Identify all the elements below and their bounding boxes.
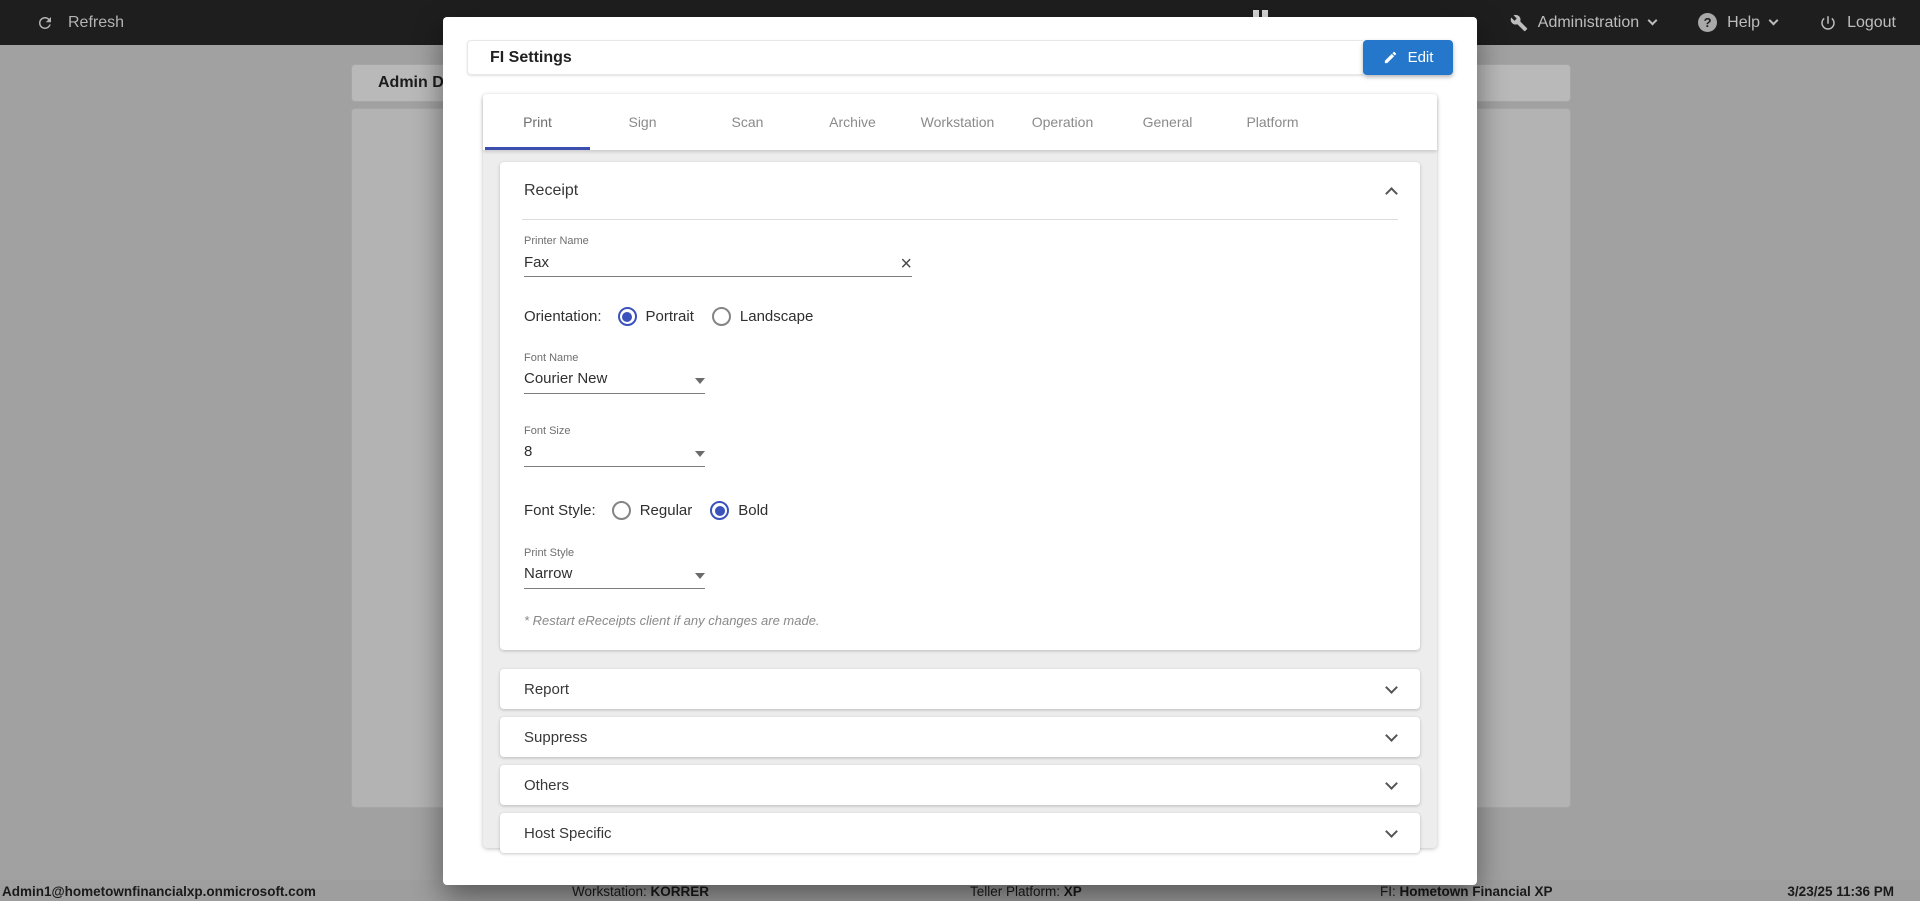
report-accordion[interactable]: Report xyxy=(500,669,1420,709)
others-title: Others xyxy=(524,776,570,794)
status-workstation-value: KORRER xyxy=(650,884,710,899)
receipt-accordion-header[interactable]: Receipt xyxy=(500,162,1420,219)
accordion-list: Receipt Printer Name Fax × Orientation: xyxy=(483,150,1437,867)
font-style-bold-label: Bold xyxy=(738,502,769,519)
tab-archive[interactable]: Archive xyxy=(800,94,905,150)
help-menu[interactable]: ? Help xyxy=(1698,13,1779,32)
fi-settings-dialog: FI Settings Edit Print Sign Scan Archive… xyxy=(443,17,1477,885)
dropdown-arrow-icon xyxy=(695,573,705,579)
font-size-label: Font Size xyxy=(524,425,571,437)
printer-name-value: Fax xyxy=(524,254,550,271)
administration-menu[interactable]: Administration xyxy=(1510,13,1658,32)
receipt-title: Receipt xyxy=(524,181,579,199)
font-name-label: Font Name xyxy=(524,352,579,364)
report-title: Report xyxy=(524,680,570,698)
receipt-body: Printer Name Fax × Orientation: Portrait… xyxy=(500,220,1420,650)
others-accordion[interactable]: Others xyxy=(500,765,1420,805)
font-style-regular-radio[interactable] xyxy=(611,501,631,520)
receipt-accordion: Receipt Printer Name Fax × Orientation: xyxy=(500,162,1420,650)
suppress-accordion[interactable]: Suppress xyxy=(500,717,1420,757)
tab-operation[interactable]: Operation xyxy=(1010,94,1115,150)
refresh-icon xyxy=(38,16,51,29)
font-style-regular-label: Regular xyxy=(639,502,693,519)
tab-platform[interactable]: Platform xyxy=(1220,94,1325,150)
orientation-portrait-label: Portrait xyxy=(645,308,694,325)
font-style-bold-radio[interactable] xyxy=(710,501,730,520)
wrench-icon xyxy=(1510,14,1528,31)
status-teller-platform-value: XP xyxy=(1063,884,1082,899)
chevron-down-icon xyxy=(1385,680,1398,694)
font-name-field: Font Name Courier New xyxy=(524,352,1396,394)
orientation-radio-group: Orientation: Portrait Landscape xyxy=(524,307,1396,326)
dropdown-arrow-icon xyxy=(695,451,705,457)
orientation-landscape-label: Landscape xyxy=(739,308,814,325)
clipped-toolbar-icon xyxy=(1253,10,1268,17)
font-size-select[interactable]: 8 xyxy=(524,443,705,467)
dialog-title: FI Settings xyxy=(490,48,572,66)
font-style-label: Font Style: xyxy=(524,502,596,519)
status-teller-platform: Teller Platform: XP xyxy=(970,884,1082,899)
clear-icon[interactable]: × xyxy=(900,254,912,274)
status-datetime: 3/23/25 11:36 PM xyxy=(1787,884,1894,899)
print-style-field: Print Style Narrow xyxy=(524,547,1396,589)
chevron-down-icon xyxy=(1385,728,1398,742)
refresh-label: Refresh xyxy=(68,13,125,31)
font-name-value: Courier New xyxy=(524,370,608,387)
orientation-landscape-radio[interactable] xyxy=(711,307,731,326)
dialog-header: FI Settings Edit xyxy=(467,40,1453,75)
tab-scan[interactable]: Scan xyxy=(695,94,800,150)
status-workstation: Workstation: KORRER xyxy=(572,884,709,899)
status-user: Admin1@hometownfinancialxp.onmicrosoft.c… xyxy=(2,884,316,899)
chevron-up-icon xyxy=(1385,186,1398,200)
edit-button[interactable]: Edit xyxy=(1363,40,1453,75)
help-icon: ? xyxy=(1698,13,1718,32)
status-fi: FI: Hometown Financial XP xyxy=(1380,884,1553,899)
refresh-button[interactable]: Refresh xyxy=(36,0,124,45)
administration-label: Administration xyxy=(1537,13,1640,31)
dialog-title-card: FI Settings xyxy=(467,40,1363,75)
host-specific-title: Host Specific xyxy=(524,824,612,842)
print-style-select[interactable]: Narrow xyxy=(524,565,705,589)
font-name-select[interactable]: Courier New xyxy=(524,370,705,394)
restart-note: * Restart eReceipts client if any change… xyxy=(524,613,820,628)
edit-button-label: Edit xyxy=(1407,49,1434,66)
host-specific-accordion[interactable]: Host Specific xyxy=(500,813,1420,853)
status-workstation-label: Workstation: xyxy=(572,884,647,899)
tab-sign[interactable]: Sign xyxy=(590,94,695,150)
chevron-down-icon xyxy=(1647,15,1658,26)
topbar-right-menu: Administration ? Help Logout xyxy=(1510,0,1896,45)
dropdown-arrow-icon xyxy=(695,378,705,384)
tab-workstation[interactable]: Workstation xyxy=(905,94,1010,150)
font-style-radio-group: Font Style: Regular Bold xyxy=(524,501,1396,520)
pencil-icon xyxy=(1384,51,1396,64)
orientation-portrait-radio[interactable] xyxy=(617,307,637,326)
status-fi-label: FI: xyxy=(1380,884,1396,899)
power-icon xyxy=(1821,15,1835,30)
suppress-title: Suppress xyxy=(524,728,588,746)
printer-name-label: Printer Name xyxy=(524,235,589,247)
font-size-value: 8 xyxy=(524,443,533,460)
help-label: Help xyxy=(1727,13,1761,31)
tab-general[interactable]: General xyxy=(1115,94,1220,150)
print-style-label: Print Style xyxy=(524,547,575,559)
status-teller-platform-label: Teller Platform: xyxy=(970,884,1061,899)
settings-content-card: Print Sign Scan Archive Workstation Oper… xyxy=(483,94,1437,853)
settings-tabbar: Print Sign Scan Archive Workstation Oper… xyxy=(483,94,1437,150)
printer-name-field: Printer Name Fax × xyxy=(524,235,1396,277)
chevron-down-icon xyxy=(1385,824,1398,838)
print-style-value: Narrow xyxy=(524,565,573,582)
orientation-label: Orientation: xyxy=(524,308,602,325)
logout-button[interactable]: Logout xyxy=(1819,14,1896,32)
chevron-down-icon xyxy=(1385,776,1398,790)
status-fi-value: Hometown Financial XP xyxy=(1399,884,1553,899)
logout-label: Logout xyxy=(1847,13,1896,31)
font-size-field: Font Size 8 xyxy=(524,425,1396,467)
printer-name-input[interactable]: Fax × xyxy=(524,254,912,277)
tab-print[interactable]: Print xyxy=(485,94,590,150)
chevron-down-icon xyxy=(1768,15,1779,26)
